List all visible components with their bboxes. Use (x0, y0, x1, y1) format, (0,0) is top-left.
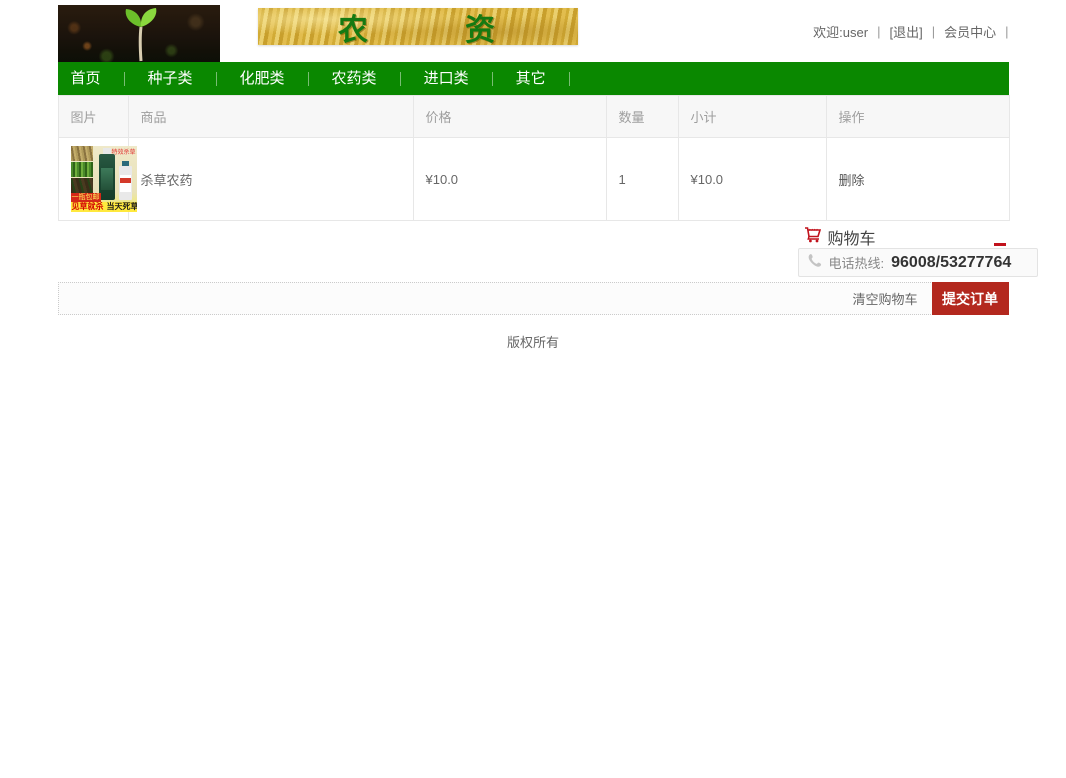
hotline-label: 电话热线: (828, 256, 885, 271)
thumb-small-bottle (118, 161, 132, 200)
page-header: 农 资 欢迎:user | [退出] | 会员中心 | (57, 0, 1009, 62)
nav-separator (568, 71, 570, 86)
col-header-image: 图片 (57, 95, 129, 138)
col-header-subtotal: 小计 (677, 95, 827, 138)
banner-nongzi: 农 资 (257, 8, 578, 47)
delete-link[interactable]: 删除 (839, 173, 865, 188)
product-subtotal: ¥10.0 (677, 137, 827, 221)
thumb-field-photo (70, 146, 93, 161)
welcome-text: 欢迎:user (813, 24, 869, 40)
thumb-field-photo (70, 178, 93, 193)
site-logo[interactable] (57, 5, 220, 62)
thumb-field-photo (70, 162, 93, 177)
cart-item-row: 特效杀草 一瓶包邮 见草就杀 当天死草 杀草农药 ¥10.0 1 ¥10.0 删… (57, 137, 1010, 221)
nav-item-other[interactable]: 其它 (493, 62, 569, 95)
phone-icon (807, 253, 822, 273)
nav-item-fertilizer[interactable]: 化肥类 (217, 62, 308, 95)
copyright-text: 版权所有 (506, 335, 559, 350)
thumb-badge: 一瓶包邮 (70, 193, 101, 202)
nav-item-home[interactable]: 首页 (71, 62, 124, 95)
thumb-slogan-dark: 当天死草 (106, 202, 137, 211)
hotline-number: 96008/53277764 (891, 253, 1012, 271)
hotline-box: 电话热线: 96008/53277764 (797, 248, 1038, 277)
separator: | (1005, 23, 1009, 39)
cart-widget-title: 购物车 (804, 225, 876, 249)
logout-link[interactable]: [退出] (889, 22, 922, 41)
banner-char-left: 农 (338, 13, 370, 47)
nav-item-pesticide[interactable]: 农药类 (309, 62, 400, 95)
user-bar: 欢迎:user | [退出] | 会员中心 | (813, 0, 1008, 62)
thumb-big-bottle (98, 148, 115, 200)
cart-icon (804, 226, 821, 248)
cart-table: 图片 商品 价格 数量 小计 操作 特效杀草 一瓶包邮 见草就杀 当天死草 杀草… (57, 95, 1010, 221)
product-name: 杀草农药 (127, 137, 414, 221)
submit-order-button[interactable]: 提交订单 (931, 282, 1009, 315)
table-header-row: 图片 商品 价格 数量 小计 操作 (57, 95, 1010, 138)
thumb-top-red-text: 特效杀草 (111, 150, 136, 156)
col-header-product: 商品 (127, 95, 414, 138)
thumb-slogan-strip: 见草就杀 当天死草 (70, 202, 137, 212)
thumb-slogan-red: 见草就杀 (71, 202, 104, 211)
product-thumbnail[interactable]: 特效杀草 一瓶包邮 见草就杀 当天死草 (70, 146, 137, 212)
clear-cart-link[interactable]: 清空购物车 (852, 289, 917, 308)
separator: | (877, 23, 881, 39)
cart-title-label: 购物车 (827, 231, 876, 248)
separator: | (931, 23, 936, 39)
main-nav: 首页 种子类 化肥类 农药类 进口类 其它 (57, 62, 1009, 95)
product-quantity: 1 (605, 137, 679, 221)
actions-bar: 清空购物车 提交订单 (57, 282, 1009, 315)
nav-item-seeds[interactable]: 种子类 (125, 62, 216, 95)
member-center-link[interactable]: 会员中心 (944, 22, 996, 41)
col-header-quantity: 数量 (605, 95, 679, 138)
col-header-price: 价格 (412, 95, 607, 138)
cart-widget-area: 购物车 电话热线: 96008/53277764 (58, 221, 1038, 282)
product-price: ¥10.0 (412, 137, 607, 221)
collapse-dash[interactable] (993, 243, 1006, 246)
nav-item-imports[interactable]: 进口类 (401, 62, 492, 95)
banner-char-right: 资 (465, 13, 497, 47)
col-header-action: 操作 (825, 95, 1010, 138)
